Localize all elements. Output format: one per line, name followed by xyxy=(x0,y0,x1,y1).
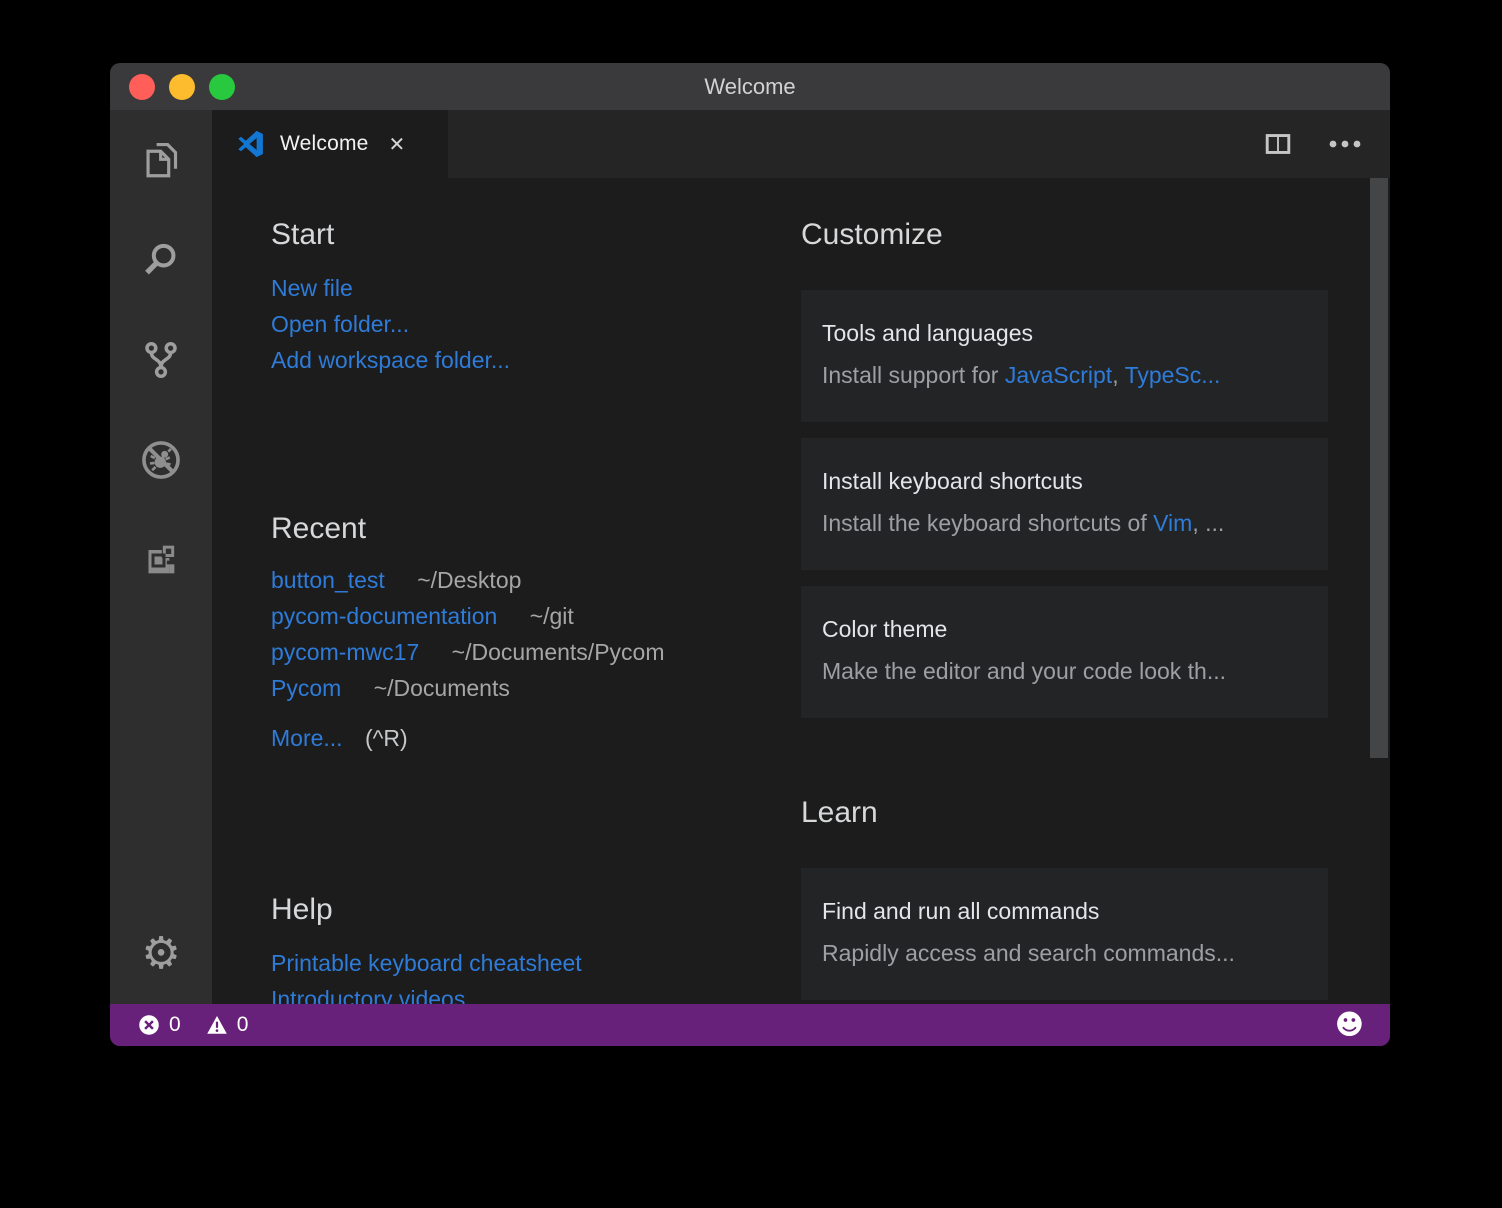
customize-cards: Tools and languages Install support for … xyxy=(801,290,1342,718)
help-heading: Help xyxy=(271,893,333,926)
close-window-button[interactable] xyxy=(129,73,155,100)
problems-indicator[interactable]: 0 0 xyxy=(138,1013,248,1037)
card-title: Color theme xyxy=(822,616,948,642)
vim-link[interactable]: Vim xyxy=(1153,510,1192,536)
activity-bar: ⚙ xyxy=(110,110,212,1004)
recent-more-link[interactable]: More... xyxy=(271,725,343,751)
more-actions-icon[interactable] xyxy=(1328,139,1362,149)
card-description: Install the keyboard shortcuts of Vim, .… xyxy=(822,506,1308,540)
welcome-page: Start New file Open folder... Add worksp… xyxy=(212,178,1390,1004)
vscode-window: Welcome ⚙ Welcome ✕ Start New file Open … xyxy=(110,63,1390,1046)
editor-scrollbar[interactable] xyxy=(1370,178,1388,758)
recent-more-shortcut: (^R) xyxy=(364,725,408,751)
recent-item: Pycom ~/Documents xyxy=(271,670,751,706)
new-file-link[interactable]: New file xyxy=(271,275,353,301)
split-editor-icon[interactable] xyxy=(1264,132,1292,156)
desc-text: , ... xyxy=(1192,510,1225,536)
warning-count: 0 xyxy=(236,1013,249,1036)
recent-item-path: ~/Documents xyxy=(373,675,510,701)
tab-bar: Welcome ✕ xyxy=(212,110,1390,178)
tab-welcome[interactable]: Welcome ✕ xyxy=(212,110,448,178)
status-bar: 0 0 ☻ xyxy=(110,1004,1390,1046)
traffic-lights xyxy=(129,63,235,110)
extensions-icon xyxy=(148,544,176,574)
files-icon xyxy=(146,143,178,178)
desktop-background: Welcome ⚙ Welcome ✕ Start New file Open … xyxy=(0,0,1502,1208)
card-description: Make the editor and your code look th... xyxy=(822,658,1227,684)
search-icon xyxy=(145,243,176,275)
error-count: 0 xyxy=(169,1013,181,1036)
recent-item: pycom-documentation ~/git xyxy=(271,598,751,634)
desc-text: , xyxy=(1112,362,1125,388)
recent-more-row: More... (^R) xyxy=(271,720,751,756)
recent-list: button_test ~/Desktop pycom-documentatio… xyxy=(271,562,751,706)
editor-actions xyxy=(1264,110,1362,178)
close-tab-icon[interactable]: ✕ xyxy=(389,132,406,157)
recent-item: pycom-mwc17 ~/Documents/Pycom xyxy=(271,634,751,670)
keyboard-cheatsheet-link[interactable]: Printable keyboard cheatsheet xyxy=(271,950,582,976)
customize-heading: Customize xyxy=(801,218,943,251)
introductory-videos-link[interactable]: Introductory videos xyxy=(271,986,465,1004)
recent-item-name[interactable]: button_test xyxy=(271,567,385,593)
learn-cards: Find and run all commands Rapidly access… xyxy=(801,868,1342,1000)
learn-heading: Learn xyxy=(801,796,878,829)
recent-item-path: ~/Documents/Pycom xyxy=(451,639,665,665)
color-theme-card[interactable]: Color theme Make the editor and your cod… xyxy=(801,586,1328,718)
activity-item-extensions[interactable] xyxy=(110,510,212,610)
minimize-window-button[interactable] xyxy=(169,73,195,100)
list-item: Add workspace folder... xyxy=(271,342,751,378)
recent-item-name[interactable]: pycom-documentation xyxy=(271,603,497,629)
activity-item-search[interactable] xyxy=(110,210,212,310)
desc-text: Install the keyboard shortcuts of xyxy=(822,510,1154,536)
activity-item-settings[interactable]: ⚙ xyxy=(110,904,212,1004)
list-item: Printable keyboard cheatsheet xyxy=(271,945,751,981)
activity-item-explorer[interactable] xyxy=(110,110,212,210)
recent-item-path: ~/Desktop xyxy=(417,567,522,593)
zoom-window-button[interactable] xyxy=(209,73,235,100)
card-title: Tools and languages xyxy=(822,320,1033,346)
open-folder-link[interactable]: Open folder... xyxy=(271,311,409,337)
warning-icon xyxy=(206,1015,227,1034)
javascript-link[interactable]: JavaScript xyxy=(1005,362,1112,388)
error-icon xyxy=(139,1015,159,1035)
card-title: Find and run all commands xyxy=(822,898,1100,924)
tab-label: Welcome xyxy=(280,132,369,155)
titlebar: Welcome xyxy=(110,63,1390,110)
card-title: Install keyboard shortcuts xyxy=(822,468,1083,494)
activity-item-debug[interactable] xyxy=(110,410,212,510)
recent-item-name[interactable]: Pycom xyxy=(271,675,341,701)
window-title: Welcome xyxy=(704,73,796,99)
help-links: Printable keyboard cheatsheet Introducto… xyxy=(271,945,751,1004)
no-bug-debug-icon xyxy=(142,441,180,479)
gear-icon: ⚙ xyxy=(141,928,181,979)
welcome-left-column: Start New file Open folder... Add worksp… xyxy=(271,178,751,1004)
feedback-smiley-icon[interactable]: ☻ xyxy=(1335,1008,1364,1041)
status-bar-right: ☻ xyxy=(1335,1011,1364,1039)
add-workspace-folder-link[interactable]: Add workspace folder... xyxy=(271,347,510,373)
recent-item-name[interactable]: pycom-mwc17 xyxy=(271,639,419,665)
start-heading: Start xyxy=(271,218,335,251)
card-description: Install support for JavaScript, TypeSc..… xyxy=(822,358,1308,392)
list-item: New file xyxy=(271,270,751,306)
list-item: Open folder... xyxy=(271,306,751,342)
activity-item-source-control[interactable] xyxy=(110,310,212,410)
recent-heading: Recent xyxy=(271,512,367,545)
vscode-logo-icon xyxy=(238,130,263,158)
card-description: Rapidly access and search commands... xyxy=(822,940,1235,966)
start-links: New file Open folder... Add workspace fo… xyxy=(271,270,751,378)
tools-and-languages-card[interactable]: Tools and languages Install support for … xyxy=(801,290,1328,422)
recent-item: button_test ~/Desktop xyxy=(271,562,751,598)
find-run-commands-card[interactable]: Find and run all commands Rapidly access… xyxy=(801,868,1328,1000)
git-branch-icon xyxy=(145,341,177,379)
keyboard-shortcuts-card[interactable]: Install keyboard shortcuts Install the k… xyxy=(801,438,1328,570)
typescript-link[interactable]: TypeSc... xyxy=(1125,362,1221,388)
desc-text: Install support for xyxy=(822,362,1005,388)
list-item: Introductory videos xyxy=(271,981,751,1004)
welcome-right-column: Customize Tools and languages Install su… xyxy=(801,178,1342,1004)
recent-item-path: ~/git xyxy=(529,603,574,629)
